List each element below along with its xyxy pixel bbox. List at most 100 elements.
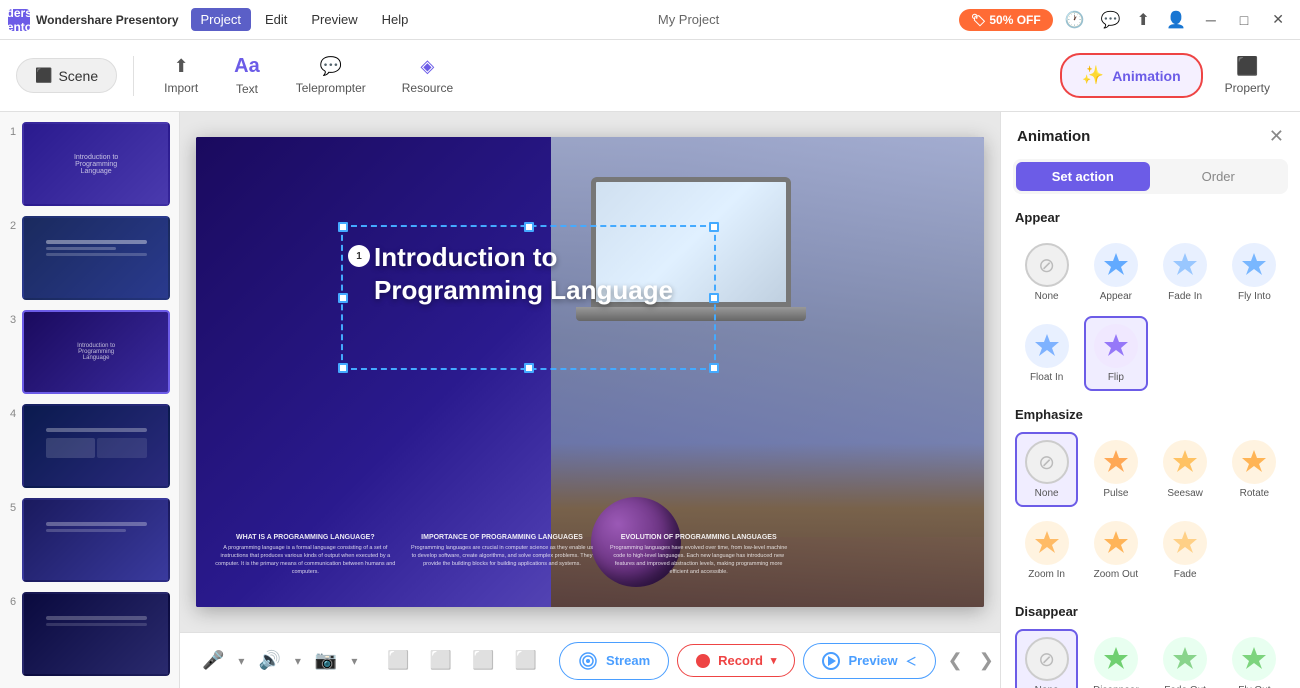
emphasize-zoom-out-icon [1094, 521, 1138, 565]
speaker-chevron-icon[interactable]: ▾ [295, 654, 301, 668]
maximize-button[interactable]: □ [1232, 8, 1256, 32]
emphasize-seesaw-label: Seesaw [1167, 488, 1203, 499]
stream-button[interactable]: Stream [559, 642, 669, 680]
appear-float-in[interactable]: Float In [1015, 316, 1078, 391]
toolbar-teleprompter[interactable]: 💬 Teleprompter [282, 48, 380, 103]
property-button[interactable]: ⬛ Property [1211, 48, 1284, 103]
appear-flip-icon [1094, 324, 1138, 368]
disappear-fade-out[interactable]: Fade Out [1154, 629, 1217, 688]
stream-icon [578, 651, 598, 671]
tab-set-action[interactable]: Set action [1016, 162, 1150, 191]
speaker-button[interactable]: 🔊 [252, 646, 286, 675]
import-icon: ⬆ [174, 56, 189, 77]
preview-label: Preview [848, 653, 897, 668]
slide-column-3: Evolution of programming languages Progr… [605, 534, 792, 577]
emphasize-fade[interactable]: Fade [1154, 513, 1217, 588]
panel-tabs: Set action Order [1013, 159, 1288, 194]
disappear-disappear[interactable]: Disappear [1084, 629, 1147, 688]
appear-none-label: None [1035, 291, 1059, 302]
emphasize-seesaw[interactable]: Seesaw [1154, 432, 1217, 507]
slide-item-5[interactable]: 5 [8, 496, 171, 584]
layout-button-2[interactable]: ⬜ [424, 646, 458, 675]
project-title: My Project [422, 12, 954, 27]
emphasize-pulse[interactable]: Pulse [1084, 432, 1147, 507]
emphasize-section-title: Emphasize [1015, 407, 1286, 422]
appear-fly-into[interactable]: Fly Into [1223, 235, 1286, 310]
emphasize-zoom-in-icon [1025, 521, 1069, 565]
appear-fade-in-label: Fade In [1168, 291, 1202, 302]
chat-icon[interactable]: 💬 [1097, 6, 1125, 34]
slide-title-line1: Introduction to [374, 241, 673, 274]
record-chevron-icon: ▾ [771, 654, 777, 667]
layout-button-3[interactable]: ⬜ [466, 646, 500, 675]
canvas-wrapper: 1 Introduction to Programming Language W… [180, 112, 1000, 632]
appear-none[interactable]: ⊘ None [1015, 235, 1078, 310]
animation-panel: Animation ✕ Set action Order Appear ⊘ No… [1000, 112, 1300, 688]
text-label: Text [236, 82, 258, 96]
slide-thumb-5 [22, 498, 170, 582]
emphasize-zoom-out[interactable]: Zoom Out [1084, 513, 1147, 588]
appear-appear-icon [1094, 243, 1138, 287]
appear-appear[interactable]: Appear [1084, 235, 1147, 310]
slide-thumb-content-4 [24, 406, 168, 486]
nav-prev-button[interactable]: ❮ [944, 646, 967, 675]
account-icon[interactable]: 👤 [1162, 6, 1190, 34]
slide-title-line2: Programming Language [374, 274, 673, 307]
appear-fade-in[interactable]: Fade In [1154, 235, 1217, 310]
minimize-button[interactable]: ─ [1198, 8, 1224, 32]
emphasize-none[interactable]: ⊘ None [1015, 432, 1078, 507]
titlebar: Wondershare Presentory Wondershare Prese… [0, 0, 1300, 40]
nav-next-button[interactable]: ❯ [975, 646, 998, 675]
titlebar-right: 🏷 50% OFF 🕐 💬 ⬆ 👤 ─ □ ✕ [959, 6, 1292, 34]
slide-canvas[interactable]: 1 Introduction to Programming Language W… [196, 137, 984, 607]
teleprompter-label: Teleprompter [296, 81, 366, 95]
emphasize-zoom-in[interactable]: Zoom In [1015, 513, 1078, 588]
record-button[interactable]: Record ▾ [677, 644, 795, 677]
emphasize-none-label: None [1035, 488, 1059, 499]
disappear-fly-out[interactable]: Fly Out [1223, 629, 1286, 688]
camera-button[interactable]: 📷 [309, 646, 343, 675]
layout-button-4[interactable]: ⬜ [509, 646, 543, 675]
disappear-fade-out-icon [1163, 637, 1207, 681]
clock-icon[interactable]: 🕐 [1061, 6, 1089, 34]
menu-project[interactable]: Project [191, 8, 251, 31]
promo-button[interactable]: 🏷 50% OFF [959, 9, 1053, 31]
toolbar-text[interactable]: Aa Text [220, 47, 274, 104]
panel-close-button[interactable]: ✕ [1269, 126, 1284, 147]
mic-chevron-icon[interactable]: ▾ [238, 654, 244, 668]
slide-column-2: Importance of programming languages Prog… [409, 534, 596, 577]
slide-item-6[interactable]: 6 [8, 590, 171, 678]
slide-item-1[interactable]: 1 Introduction toProgrammingLanguage [8, 120, 171, 208]
emphasize-rotate-label: Rotate [1240, 488, 1269, 499]
close-button[interactable]: ✕ [1264, 7, 1292, 32]
layout-button-1[interactable]: ⬜ [381, 646, 415, 675]
disappear-none[interactable]: ⊘ None [1015, 629, 1078, 688]
appear-none-icon: ⊘ [1025, 243, 1069, 287]
disappear-none-icon: ⊘ [1025, 637, 1069, 681]
emphasize-rotate[interactable]: Rotate [1223, 432, 1286, 507]
slide-thumb-3: Introduction toProgrammingLanguage [22, 310, 170, 394]
mic-button[interactable]: 🎤 [196, 646, 230, 675]
text-icon: Aa [234, 55, 260, 78]
animation-button[interactable]: ✨ Animation [1060, 53, 1203, 98]
menu-preview[interactable]: Preview [301, 8, 367, 31]
menu-help[interactable]: Help [372, 8, 419, 31]
appear-flip[interactable]: Flip [1084, 316, 1147, 391]
slide-item-2[interactable]: 2 [8, 214, 171, 302]
share-icon[interactable]: ⬆ [1133, 6, 1154, 34]
panel-header: Animation ✕ [1001, 112, 1300, 147]
slide-item-3[interactable]: 3 Introduction toProgrammingLanguage [8, 308, 171, 396]
toolbar-import[interactable]: ⬆ Import [150, 48, 212, 103]
slide-num-5: 5 [10, 502, 16, 514]
tab-order[interactable]: Order [1152, 162, 1286, 191]
logo-icon: Wondershare Presentory [8, 9, 30, 31]
toolbar-resource[interactable]: ◈ Resource [388, 48, 467, 103]
slide-thumb-content-5 [24, 500, 168, 580]
slide-item-4[interactable]: 4 [8, 402, 171, 490]
scene-button[interactable]: ⬛ Scene [16, 58, 117, 93]
property-icon: ⬛ [1236, 56, 1258, 77]
camera-chevron-icon[interactable]: ▾ [351, 654, 357, 668]
preview-play-icon [828, 656, 836, 666]
preview-button[interactable]: Preview ＜ [803, 643, 935, 679]
menu-edit[interactable]: Edit [255, 8, 297, 31]
